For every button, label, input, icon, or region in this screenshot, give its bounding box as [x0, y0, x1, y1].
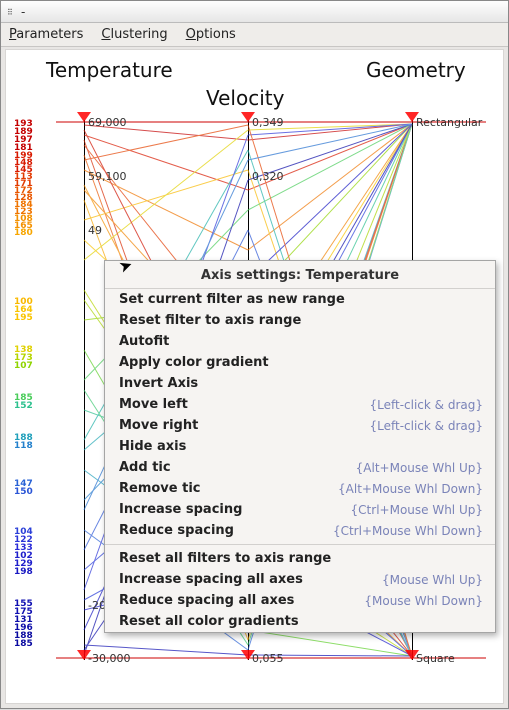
menubar: Parameters Clustering Options: [1, 23, 508, 47]
context-menu-item[interactable]: Reset all filters to axis range: [105, 548, 495, 569]
context-menu-item[interactable]: Invert Axis: [105, 373, 495, 394]
row-id: 185: [14, 640, 33, 648]
row-id: 118: [14, 442, 33, 450]
context-menu-item[interactable]: Increase spacing {Ctrl+Mouse Whl Up}: [105, 499, 495, 520]
context-menu-item-hint: {Left-click & drag}: [370, 419, 484, 433]
context-menu-item-label: Add tic: [119, 460, 171, 475]
context-menu-item[interactable]: Reset all color gradients: [105, 611, 495, 632]
row-id: 150: [14, 488, 33, 496]
context-menu-item[interactable]: Hide axis: [105, 436, 495, 457]
context-menu-item-hint: {Left-click & drag}: [370, 398, 484, 412]
app-window: ⠿ - Parameters Clustering Options Temper…: [0, 0, 509, 709]
titlebar[interactable]: ⠿ -: [1, 1, 508, 23]
context-menu-item-label: Invert Axis: [119, 376, 198, 391]
context-menu-item[interactable]: Move right {Left-click & drag}: [105, 415, 495, 436]
context-menu-item[interactable]: Add tic {Alt+Mouse Whl Up}: [105, 457, 495, 478]
context-menu-item-label: Reset filter to axis range: [119, 313, 301, 328]
context-menu-item-label: Apply color gradient: [119, 355, 269, 370]
context-menu-item-label: Move left: [119, 397, 188, 412]
menu-parameters[interactable]: Parameters: [9, 27, 83, 42]
plot-canvas[interactable]: Temperature Velocity Geometry: [5, 49, 504, 704]
context-menu-item[interactable]: Apply color gradient: [105, 352, 495, 373]
menu-clustering[interactable]: Clustering: [101, 27, 167, 42]
row-id: 180: [14, 229, 33, 237]
context-menu-axis: Axis settings: Temperature Set current f…: [104, 260, 496, 633]
tick-geo: Rectangular: [416, 116, 482, 129]
context-menu-item-label: Reset all color gradients: [119, 614, 299, 629]
tick-vel: 0,055: [252, 652, 284, 665]
context-menu-item-hint: {Ctrl+Mouse Whl Up}: [351, 503, 483, 517]
context-menu-title: Axis settings: Temperature: [105, 261, 495, 289]
context-menu-item-label: Reduce spacing: [119, 523, 234, 538]
tick-temp: 49: [88, 224, 102, 237]
context-menu-item-label: Increase spacing all axes: [119, 572, 303, 587]
context-menu-item[interactable]: Remove tic {Alt+Mouse Whl Down}: [105, 478, 495, 499]
context-menu-item-label: Autofit: [119, 334, 169, 349]
context-menu-item-label: Hide axis: [119, 439, 186, 454]
context-menu-item-label: Remove tic: [119, 481, 201, 496]
parallel-coords-plot[interactable]: Temperature Velocity Geometry: [6, 50, 503, 703]
context-menu-item-label: Reduce spacing all axes: [119, 593, 294, 608]
tick-temp: 69,000: [88, 116, 127, 129]
context-menu-item[interactable]: Autofit: [105, 331, 495, 352]
row-id: 152: [14, 402, 33, 410]
context-menu-item[interactable]: Reduce spacing all axes {Mouse Whl Down}: [105, 590, 495, 611]
context-menu-item-hint: {Mouse Whl Down}: [364, 594, 483, 608]
tick-vel: 0,349: [252, 116, 284, 129]
context-menu-item-label: Increase spacing: [119, 502, 242, 517]
context-menu-item-label: Reset all filters to axis range: [119, 551, 331, 566]
tick-temp: -30,000: [88, 652, 130, 665]
context-menu-item-hint: {Alt+Mouse Whl Down}: [338, 482, 483, 496]
row-id: 198: [14, 568, 33, 576]
context-menu-item-hint: {Alt+Mouse Whl Up}: [356, 461, 483, 475]
context-menu-item[interactable]: Reduce spacing {Ctrl+Mouse Whl Down}: [105, 520, 495, 541]
tick-geo: Square: [416, 652, 455, 665]
context-menu-item[interactable]: Move left {Left-click & drag}: [105, 394, 495, 415]
context-menu-item-hint: {Ctrl+Mouse Whl Down}: [333, 524, 483, 538]
context-menu-item[interactable]: Increase spacing all axes {Mouse Whl Up}: [105, 569, 495, 590]
context-menu-item-label: Set current filter as new range: [119, 292, 345, 307]
tick-temp: 59,100: [88, 170, 127, 183]
row-id: 195: [14, 314, 33, 322]
context-menu-item-label: Move right: [119, 418, 198, 433]
tick-vel: 0,320: [252, 170, 284, 183]
context-menu-item-hint: {Mouse Whl Up}: [382, 573, 483, 587]
menu-options[interactable]: Options: [186, 27, 236, 42]
grip-icon: ⠿: [7, 8, 15, 16]
context-menu-separator: [105, 544, 495, 545]
context-menu-item[interactable]: Reset filter to axis range: [105, 310, 495, 331]
context-menu-item[interactable]: Set current filter as new range: [105, 289, 495, 310]
row-id: 107: [14, 362, 33, 370]
window-title: -: [21, 5, 25, 19]
